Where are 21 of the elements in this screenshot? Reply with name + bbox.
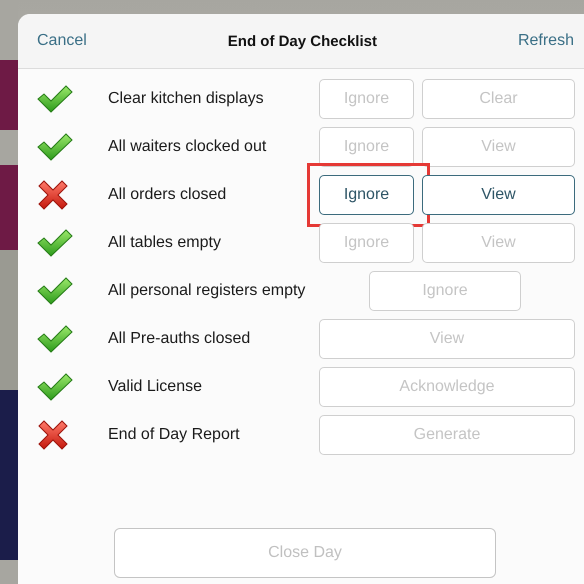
refresh-button[interactable]: Refresh xyxy=(518,32,574,50)
check-icon xyxy=(37,84,73,114)
cancel-button[interactable]: Cancel xyxy=(37,32,87,50)
task-label: All tables empty xyxy=(108,234,222,252)
task-label: Valid License xyxy=(108,378,203,396)
task-label: All personal registers empty xyxy=(108,282,306,300)
check-icon xyxy=(37,372,73,402)
cross-icon xyxy=(37,179,69,211)
check-icon xyxy=(37,276,73,306)
check-icon xyxy=(37,324,73,354)
task-label: End of Day Report xyxy=(108,426,241,444)
check-icon xyxy=(37,132,73,162)
task-label: Clear kitchen displays xyxy=(108,90,265,108)
check-icon xyxy=(37,228,73,258)
cross-icon xyxy=(37,419,69,451)
task-label: All waiters clocked out xyxy=(108,138,268,156)
dialog-title: End of Day Checklist xyxy=(228,32,377,50)
action-button[interactable]: View xyxy=(422,175,575,215)
task-label: All orders closed xyxy=(108,186,228,204)
action-button[interactable]: Ignore xyxy=(319,175,414,215)
task-label: All Pre-auths closed xyxy=(108,330,252,348)
